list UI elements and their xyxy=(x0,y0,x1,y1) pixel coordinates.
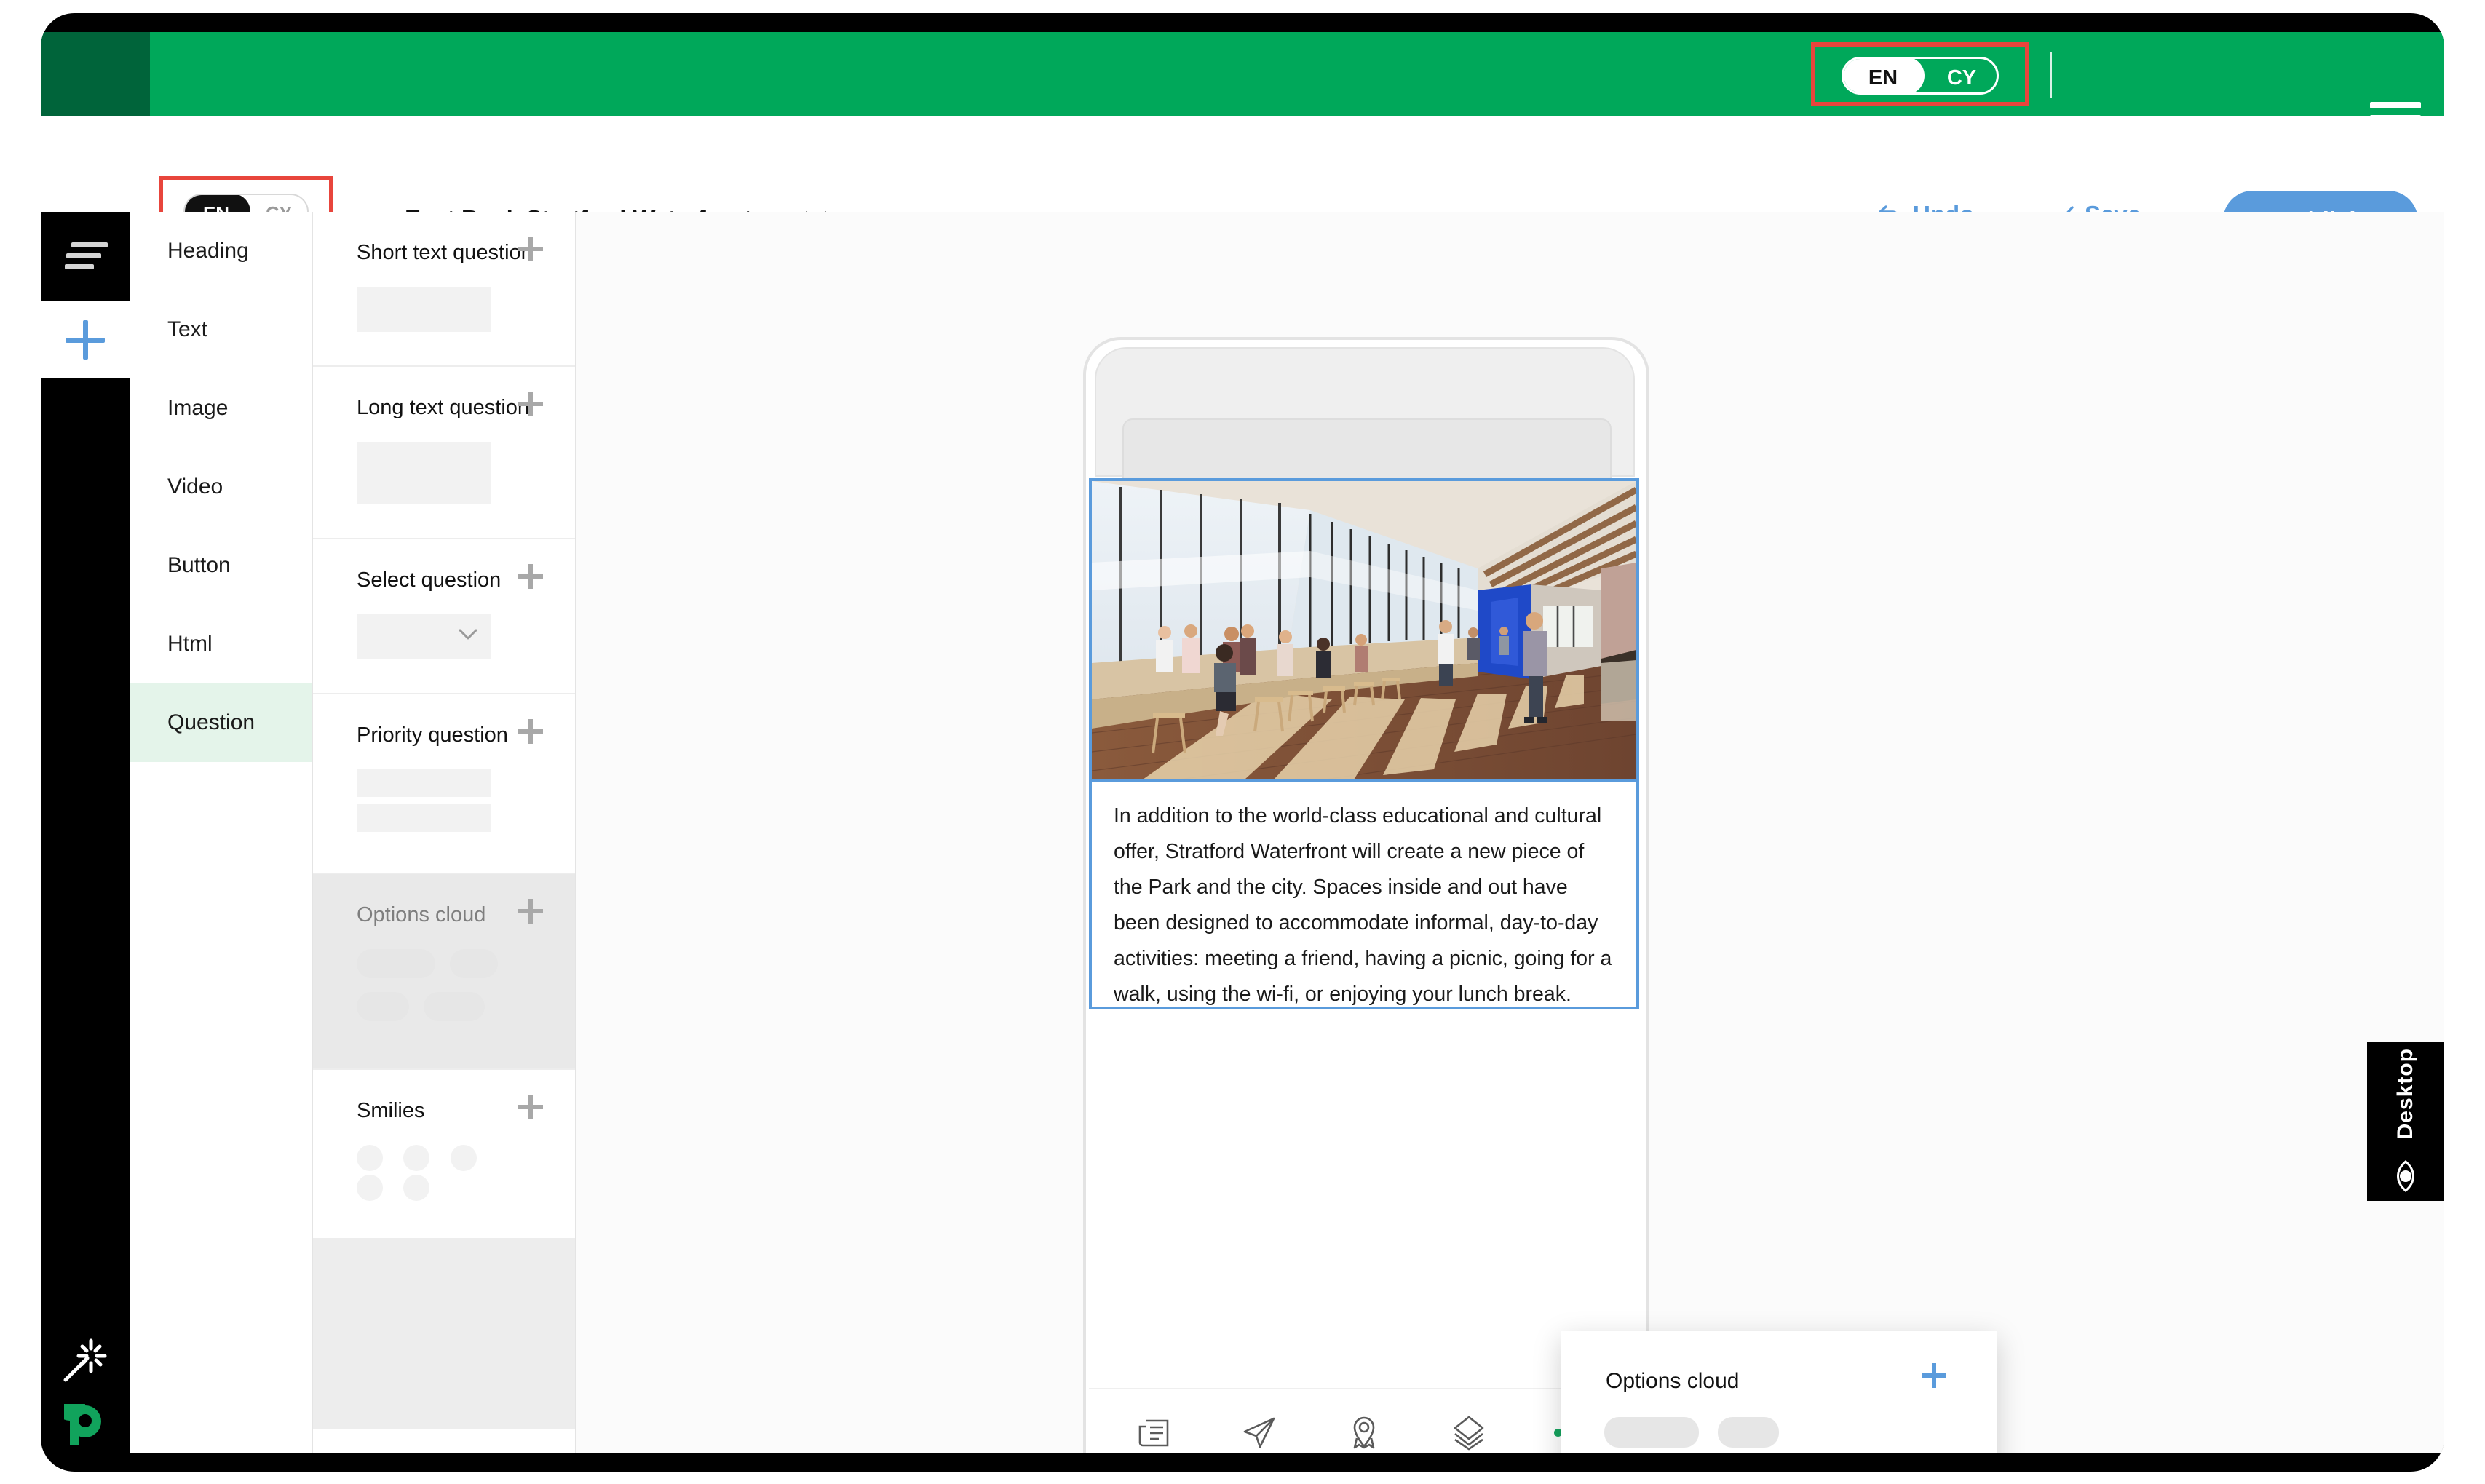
phone-preview: In addition to the world-class education… xyxy=(1083,337,1649,1453)
chevron-down-icon xyxy=(459,629,477,640)
sidebar-item-label: Video xyxy=(167,475,223,499)
layers-icon[interactable] xyxy=(1445,1408,1493,1453)
smiley-dot xyxy=(403,1145,430,1171)
smiley-dot xyxy=(357,1175,383,1201)
sidebar-item-label: Heading xyxy=(167,239,249,263)
view-mode-tab-desktop[interactable]: Desktop xyxy=(2367,1042,2444,1201)
options-cloud-preview-row xyxy=(357,992,540,1025)
question-type-priority[interactable]: Priority question xyxy=(313,694,575,874)
language-toggle-top[interactable]: EN CY xyxy=(1842,57,1999,95)
sidebar-item-question[interactable]: Question xyxy=(130,683,312,762)
plus-icon[interactable] xyxy=(518,1095,543,1119)
option-pill xyxy=(357,992,409,1021)
plus-icon[interactable] xyxy=(1922,1363,1946,1388)
sidebar-item-label: Html xyxy=(167,632,213,656)
sidebar-item-video[interactable]: Video xyxy=(130,448,312,526)
question-type-label: Priority question xyxy=(357,723,508,747)
question-type-smilies[interactable]: Smilies xyxy=(313,1070,575,1239)
plus-icon[interactable] xyxy=(518,564,543,589)
option-pill xyxy=(357,949,435,978)
smilies-preview-row xyxy=(357,1145,540,1205)
language-toggle-top-cy[interactable]: CY xyxy=(1922,59,1997,92)
question-type-label: Options cloud xyxy=(357,903,486,926)
plus-icon[interactable] xyxy=(518,237,543,261)
sidebar-item-text[interactable]: Text xyxy=(130,290,312,369)
view-mode-label: Desktop xyxy=(2393,1048,2417,1140)
sidebar-item-label: Question xyxy=(167,710,255,734)
priority-preview-row xyxy=(357,804,491,832)
phone-bottom-nav xyxy=(1089,1388,1639,1453)
options-cloud-preview-row xyxy=(357,949,540,982)
alignment-menu-icon[interactable] xyxy=(63,242,108,271)
magic-wand-icon[interactable] xyxy=(61,1336,109,1384)
top-bar-dark-block xyxy=(41,32,150,116)
option-pill xyxy=(1718,1417,1780,1448)
plus-icon[interactable] xyxy=(518,719,543,744)
sidebar-item-label: Button xyxy=(167,553,231,577)
render-image xyxy=(1092,481,1636,779)
image-block-selected[interactable] xyxy=(1089,478,1639,782)
question-type-panel[interactable]: Short text question Long text question S… xyxy=(313,212,576,1453)
add-element-button[interactable] xyxy=(41,301,130,378)
sidebar-item-label: Image xyxy=(167,396,229,420)
option-pill xyxy=(1604,1417,1699,1448)
dragged-options-cloud-card[interactable]: Options cloud xyxy=(1561,1331,1997,1453)
sidebar-item-label: Text xyxy=(167,317,208,341)
element-type-list: Heading Text Image Video Button Html Que… xyxy=(130,212,313,1453)
smiley-dot xyxy=(403,1175,430,1201)
sidebar-item-button[interactable]: Button xyxy=(130,526,312,605)
plus-icon[interactable] xyxy=(518,899,543,924)
language-toggle-top-en[interactable]: EN xyxy=(1844,59,1922,92)
priority-preview-row xyxy=(357,769,491,797)
question-type-long-text[interactable]: Long text question xyxy=(313,367,575,539)
newspaper-icon[interactable] xyxy=(1130,1408,1178,1453)
preview-canvas: In addition to the world-class education… xyxy=(576,212,2444,1453)
question-type-label: Smilies xyxy=(357,1099,425,1122)
eye-icon xyxy=(2397,1159,2414,1192)
smiley-dot xyxy=(357,1145,383,1171)
dragged-card-title: Options cloud xyxy=(1606,1369,1740,1393)
select-preview xyxy=(357,614,491,659)
question-type-options-cloud[interactable]: Options cloud xyxy=(313,874,575,1070)
left-rail xyxy=(41,212,130,1453)
plus-icon xyxy=(66,320,105,360)
sidebar-item-html[interactable]: Html xyxy=(130,605,312,683)
preview-body-text: In addition to the world-class education… xyxy=(1114,804,1612,1006)
top-bar-divider xyxy=(2050,52,2052,98)
dragged-option-row xyxy=(1604,1417,1780,1451)
text-block-selected[interactable]: In addition to the world-class education… xyxy=(1089,782,1639,1009)
app-screen: EN CY EN CY East Bank Stratford Waterfro… xyxy=(41,32,2444,1453)
p-logo-icon[interactable] xyxy=(64,1404,106,1446)
long-text-preview xyxy=(357,442,491,504)
option-pill xyxy=(424,992,485,1021)
device-frame: EN CY EN CY East Bank Stratford Waterfro… xyxy=(41,13,2444,1472)
question-type-select[interactable]: Select question xyxy=(313,539,575,694)
map-pin-icon[interactable] xyxy=(1340,1408,1388,1453)
question-panel-empty-area xyxy=(313,1239,575,1429)
short-text-preview xyxy=(357,287,491,332)
phone-header xyxy=(1095,347,1635,496)
sidebar-item-image[interactable]: Image xyxy=(130,369,312,448)
editor-toolbar xyxy=(41,116,2444,213)
plus-icon[interactable] xyxy=(518,392,543,416)
top-green-bar xyxy=(41,32,2444,116)
question-type-label: Select question xyxy=(357,568,502,592)
smiley-dot xyxy=(450,1145,477,1171)
question-type-label: Short text question xyxy=(357,241,533,264)
question-type-label: Long text question xyxy=(357,396,530,419)
sidebar-item-heading[interactable]: Heading xyxy=(130,212,312,290)
question-type-short-text[interactable]: Short text question xyxy=(313,212,575,367)
option-pill xyxy=(450,949,499,978)
paper-plane-icon[interactable] xyxy=(1235,1408,1283,1453)
